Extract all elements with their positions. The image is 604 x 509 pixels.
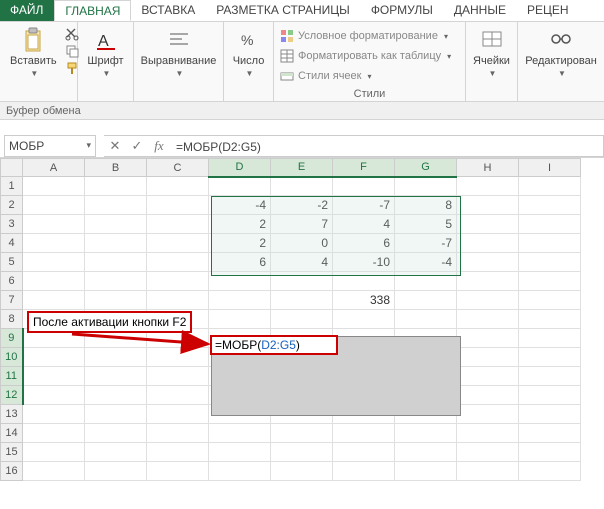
- col-header-A[interactable]: A: [23, 159, 85, 177]
- editing-label: Редактирован: [525, 55, 597, 67]
- enter-formula-button[interactable]: ✓: [126, 135, 148, 157]
- paste-label: Вставить: [10, 55, 57, 67]
- cancel-formula-button[interactable]: ✕: [104, 135, 126, 157]
- row-header-12[interactable]: 12: [1, 386, 23, 405]
- row-header-4[interactable]: 4: [1, 234, 23, 253]
- cells-label: Ячейки: [473, 55, 510, 67]
- clipboard-icon: [20, 27, 46, 53]
- insert-function-button[interactable]: fx: [148, 135, 170, 157]
- col-header-F[interactable]: F: [333, 159, 395, 177]
- chevron-down-icon: ▼: [103, 69, 111, 78]
- row-header-15[interactable]: 15: [1, 443, 23, 462]
- font-icon: A: [93, 27, 119, 53]
- tab-review[interactable]: РЕЦЕН: [517, 0, 580, 21]
- tab-page-layout[interactable]: РАЗМЕТКА СТРАНИЦЫ: [206, 0, 361, 21]
- col-header-B[interactable]: B: [85, 159, 147, 177]
- format-as-table-button[interactable]: Форматировать как таблицу▾: [280, 49, 451, 63]
- cond-fmt-icon: [280, 29, 294, 43]
- col-header-E[interactable]: E: [271, 159, 333, 177]
- tab-data[interactable]: ДАННЫЕ: [444, 0, 517, 21]
- row-header-11[interactable]: 11: [1, 367, 23, 386]
- select-all-corner[interactable]: [1, 159, 23, 177]
- paste-button[interactable]: Вставить ▼: [6, 25, 61, 80]
- row-header-1[interactable]: 1: [1, 177, 23, 196]
- chevron-down-icon: ▼: [246, 69, 254, 78]
- svg-text:A: A: [98, 33, 109, 50]
- number-label: Число: [233, 55, 265, 67]
- col-header-G[interactable]: G: [395, 159, 457, 177]
- name-box[interactable]: МОБР: [4, 135, 96, 157]
- clipboard-group-label: Буфер обмена: [0, 102, 604, 120]
- chevron-down-icon: ▼: [30, 69, 38, 78]
- conditional-formatting-button[interactable]: Условное форматирование▾: [280, 29, 451, 43]
- tab-home[interactable]: ГЛАВНАЯ: [54, 0, 131, 21]
- tab-formulas[interactable]: ФОРМУЛЫ: [361, 0, 444, 21]
- spreadsheet-grid[interactable]: A B C D E F G H I 1 2-4-2-78 32745 4206-…: [0, 158, 581, 481]
- font-label: Шрифт: [87, 55, 123, 67]
- cond-fmt-label: Условное форматирование: [298, 30, 438, 42]
- copy-icon[interactable]: [65, 44, 79, 58]
- svg-text:%: %: [241, 32, 253, 48]
- cells-icon: [479, 27, 505, 53]
- tab-file[interactable]: ФАЙЛ: [0, 0, 54, 21]
- chevron-down-icon: ▼: [176, 69, 184, 78]
- alignment-icon: [166, 27, 192, 53]
- format-painter-icon[interactable]: [65, 61, 79, 75]
- row-header-16[interactable]: 16: [1, 462, 23, 481]
- row-header-8[interactable]: 8: [1, 310, 23, 329]
- alignment-label: Выравнивание: [141, 55, 217, 67]
- formula-bar-input[interactable]: =МОБР(D2:G5): [170, 135, 604, 157]
- ribbon: Вставить ▼ A Шрифт ▼ Выравнивание ▼: [0, 22, 604, 102]
- number-group[interactable]: % Число ▼: [229, 25, 269, 80]
- col-header-I[interactable]: I: [519, 159, 581, 177]
- cells-group[interactable]: Ячейки ▼: [469, 25, 514, 80]
- table-icon: [280, 49, 294, 63]
- percent-icon: %: [236, 27, 262, 53]
- row-header-9[interactable]: 9: [1, 329, 23, 348]
- alignment-group[interactable]: Выравнивание ▼: [137, 25, 221, 80]
- col-header-H[interactable]: H: [457, 159, 519, 177]
- chevron-down-icon: ▼: [489, 69, 497, 78]
- editing-group[interactable]: Редактирован ▼: [521, 25, 601, 80]
- row-header-14[interactable]: 14: [1, 424, 23, 443]
- row-header-10[interactable]: 10: [1, 348, 23, 367]
- cell-styles-button[interactable]: Стили ячеек▾: [280, 69, 451, 83]
- font-group[interactable]: A Шрифт ▼: [83, 25, 127, 80]
- row-header-2[interactable]: 2: [1, 196, 23, 215]
- cut-icon[interactable]: [65, 27, 79, 41]
- styles-group-label: Стили: [280, 86, 459, 101]
- find-icon: [548, 27, 574, 53]
- col-header-C[interactable]: C: [147, 159, 209, 177]
- chevron-down-icon: ▼: [558, 69, 566, 78]
- col-header-D[interactable]: D: [209, 159, 271, 177]
- cell-styles-label: Стили ячеек: [298, 70, 361, 82]
- row-header-13[interactable]: 13: [1, 405, 23, 424]
- fmt-table-label: Форматировать как таблицу: [298, 50, 441, 62]
- tab-insert[interactable]: ВСТАВКА: [131, 0, 206, 21]
- row-header-3[interactable]: 3: [1, 215, 23, 234]
- row-header-5[interactable]: 5: [1, 253, 23, 272]
- cell-styles-icon: [280, 69, 294, 83]
- row-header-6[interactable]: 6: [1, 272, 23, 291]
- row-header-7[interactable]: 7: [1, 291, 23, 310]
